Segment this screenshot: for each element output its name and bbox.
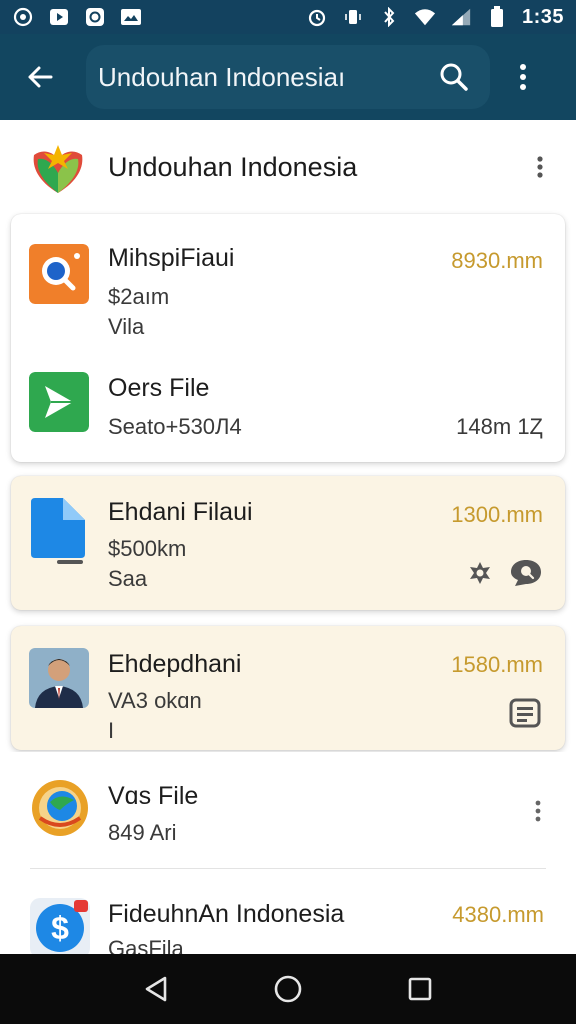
circle-home-icon [274, 975, 302, 1003]
nav-home-button[interactable] [266, 967, 310, 1011]
back-button[interactable] [18, 55, 62, 99]
photo-icon [120, 6, 142, 28]
item-time: 4380.mm [452, 902, 544, 927]
search-button[interactable] [432, 55, 476, 99]
list-item[interactable]: Ehdepdhani VA3 okɑn I 1580.mm [11, 626, 565, 750]
vibrate-icon [342, 6, 364, 28]
signal-icon [450, 6, 472, 28]
item-time: 8930.mm [451, 248, 543, 273]
battery-icon [486, 6, 508, 28]
pinwheel-icon [12, 6, 34, 28]
more-vert-icon [535, 800, 541, 822]
item-subtitle-2: I [108, 718, 115, 743]
item-size: $2aım [108, 284, 170, 309]
section-menu-button[interactable] [528, 147, 552, 187]
triangle-back-icon [145, 976, 167, 1002]
nav-recents-button[interactable] [398, 967, 442, 1011]
list-item[interactable]: Oers File Seato+530Л4 148m 1Ⱬ [11, 354, 565, 454]
square-recents-icon [408, 977, 432, 1001]
download-card: Ehdani Filaui $500km Saa 1300.mm [11, 476, 565, 610]
more-vert-icon [520, 64, 526, 90]
nav-back-button[interactable] [134, 967, 178, 1011]
app-bar: Undouhan Indonesiaı [0, 34, 576, 120]
item-title: FideuhnAn Indonesia [108, 900, 345, 928]
item-time: 1300.mm [451, 502, 543, 527]
item-subtitle: Vila [108, 314, 145, 339]
clock: 1:35 [521, 5, 564, 28]
media-icon [48, 6, 70, 28]
send-app-icon [29, 372, 89, 432]
item-menu-button[interactable] [528, 796, 548, 826]
search-field[interactable]: Undouhan Indonesiaı [86, 45, 490, 109]
item-size: $500km [108, 536, 187, 561]
settings-icon[interactable] [467, 560, 493, 586]
item-subtitle: Seato+530Л4 [108, 414, 242, 439]
list-item[interactable]: $ FideuhnAn Indonesia GasFila 4380.mm [0, 870, 576, 954]
more-options-button[interactable] [508, 55, 538, 99]
download-card: Ehdepdhani VA3 okɑn I 1580.mm [11, 626, 565, 750]
item-subtitle: GasFila [108, 936, 184, 954]
item-time: 1580.mm [451, 652, 543, 677]
item-subtitle: 849 Ari [108, 820, 177, 845]
system-nav-bar [0, 954, 576, 1024]
dollar-app-icon: $ [30, 898, 90, 954]
item-title: Ehdani Filaui [108, 498, 253, 526]
item-title: Vɑs File [108, 782, 199, 810]
alarm-icon [306, 6, 328, 28]
arrow-left-icon [28, 66, 53, 88]
document-icon[interactable] [509, 698, 541, 728]
search-input[interactable]: Undouhan Indonesiaı [98, 62, 432, 93]
status-bar: 1:35 [0, 0, 576, 34]
download-card: MihspiFiaui $2aım Vila 8930.mm Oers File… [11, 214, 565, 462]
globe-app-icon [32, 780, 88, 836]
item-title: Oers File [108, 374, 210, 402]
item-title: Ehdepdhani [108, 650, 242, 678]
search-app-icon [29, 244, 89, 304]
shield-icon [84, 6, 106, 28]
list-item[interactable]: Vɑs File 849 Ari [0, 752, 576, 868]
more-vert-icon [537, 156, 543, 178]
svg-text:$: $ [51, 910, 69, 946]
divider [30, 868, 546, 869]
item-size: 148m 1Ⱬ [456, 414, 543, 439]
app-logo-icon [33, 145, 83, 193]
file-icon [31, 498, 85, 564]
section-title: Undouhan Indonesia [108, 151, 358, 182]
search-icon [440, 63, 468, 91]
item-subtitle: VA3 okɑn [108, 688, 202, 713]
list-item[interactable]: MihspiFiaui $2aım Vila 8930.mm [11, 214, 565, 344]
item-subtitle: Saa [108, 566, 148, 591]
avatar-photo [29, 648, 89, 708]
chat-icon[interactable] [509, 558, 543, 588]
wifi-icon [414, 6, 436, 28]
list-item[interactable]: Ehdani Filaui $500km Saa 1300.mm [11, 476, 565, 610]
section-header: Undouhan Indonesia [0, 120, 576, 214]
item-title: MihspiFiaui [108, 244, 235, 272]
bluetooth-icon [378, 6, 400, 28]
